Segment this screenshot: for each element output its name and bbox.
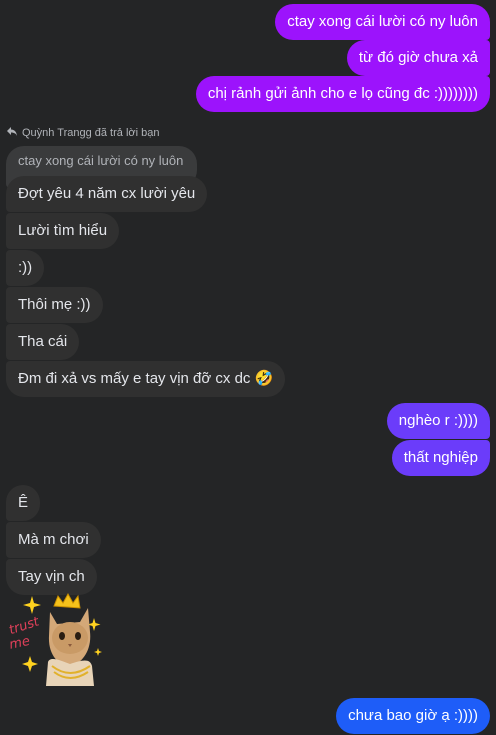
reply-indicator: Quỳnh Trangg đã trả lời bạn — [6, 125, 159, 140]
incoming-message[interactable]: Thôi mẹ :)) — [6, 287, 103, 323]
outgoing-message[interactable]: chị rảnh gửi ảnh cho e lọ cũng đc :)))))… — [195, 76, 490, 112]
incoming-message[interactable]: :)) — [6, 250, 45, 286]
incoming-message[interactable]: Tha cái — [6, 324, 80, 360]
svg-text:me: me — [8, 634, 31, 653]
outgoing-message[interactable]: ctay xong cái lười có ny luôn — [275, 4, 490, 40]
reply-label: Quỳnh Trangg đã trả lời bạn — [22, 126, 160, 139]
incoming-message[interactable]: Mà m chơi — [6, 522, 101, 558]
incoming-message[interactable]: Đm đi xả vs mấy e tay vịn đỡ cx dc 🤣 — [6, 361, 286, 397]
outgoing-message[interactable]: nghèo r :)))) — [386, 403, 490, 439]
incoming-message[interactable]: Ê — [6, 485, 41, 521]
incoming-message[interactable]: Đợt yêu 4 năm cx lười yêu — [6, 176, 208, 212]
outgoing-message[interactable]: chưa bao giờ ạ :)))) — [336, 698, 490, 734]
reply-arrow-icon — [6, 125, 18, 140]
outgoing-message[interactable]: thất nghiệp — [391, 440, 490, 476]
outgoing-message[interactable]: từ đó giờ chưa xả — [346, 40, 490, 76]
incoming-message[interactable]: Lười tìm hiểu — [6, 213, 120, 249]
cat-sticker[interactable]: trust me — [4, 590, 104, 690]
